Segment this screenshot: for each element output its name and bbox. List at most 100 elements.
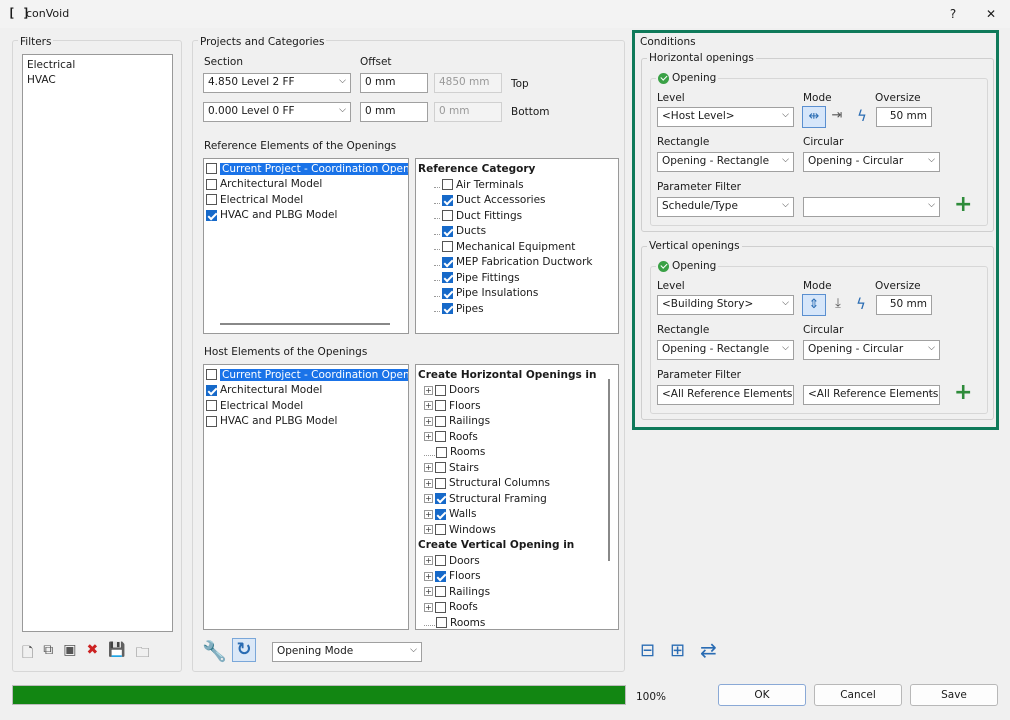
top-offset-input[interactable]: 0 mm (360, 73, 428, 93)
copy-filter-icon[interactable]: ⧉ (43, 642, 53, 666)
category-checkbox[interactable] (442, 225, 453, 237)
expand-icon[interactable]: + (424, 525, 433, 534)
h-rect-select[interactable]: Opening - Rectangle ⌵ (657, 152, 794, 172)
model-checkbox[interactable] (206, 400, 217, 411)
host-category-checkbox[interactable] (435, 431, 446, 442)
host-category-item[interactable]: + Windows (424, 522, 496, 537)
host-category-checkbox[interactable] (435, 415, 446, 427)
host-category-checkbox[interactable] (435, 601, 446, 613)
model-item[interactable]: Electrical Model (206, 398, 303, 413)
host-category-checkbox[interactable] (435, 493, 446, 504)
model-item[interactable]: Electrical Model (206, 192, 303, 207)
new-filter-icon[interactable]: 🗋 (22, 642, 33, 666)
model-item[interactable]: Architectural Model (206, 177, 322, 192)
category-checkbox[interactable] (442, 303, 453, 314)
category-item[interactable]: Duct Fittings (434, 208, 522, 223)
filter-item[interactable]: HVAC (27, 72, 56, 87)
model-item[interactable]: Current Project - Coordination Openings (206, 367, 408, 382)
save-filter-icon[interactable]: 💾 (108, 642, 125, 666)
expand-icon[interactable]: + (424, 509, 433, 519)
h-mode-edge-icon[interactable]: ⇥ (828, 106, 846, 128)
expand-icon[interactable]: + (424, 385, 433, 395)
ok-button[interactable]: OK (718, 684, 806, 706)
model-checkbox[interactable] (206, 209, 217, 221)
category-checkbox[interactable] (442, 287, 453, 299)
help-button[interactable]: ? (940, 4, 966, 24)
reference-category-list[interactable]: Reference Category Air Terminals Duct Acce… (415, 158, 619, 334)
host-category-item[interactable]: + Stairs (424, 460, 479, 475)
vertical-scrollbar[interactable] (608, 379, 610, 561)
host-category-checkbox[interactable] (435, 524, 446, 535)
host-category-item[interactable]: + Structural Columns (424, 476, 550, 491)
host-category-checkbox[interactable] (436, 617, 447, 628)
refresh-icon[interactable]: ↻ (232, 638, 256, 662)
align-horizontal-icon[interactable]: ⊟ (640, 640, 655, 661)
expand-icon[interactable]: + (424, 401, 433, 410)
category-item[interactable]: Ducts (434, 224, 486, 239)
expand-icon[interactable]: + (424, 602, 433, 612)
host-category-checkbox[interactable] (435, 508, 446, 520)
swap-icon[interactable]: ⇄ (700, 638, 717, 662)
v-filter-select-1[interactable]: <All Reference Elements> ⌵ (657, 385, 794, 405)
host-category-item[interactable]: + Floors (424, 569, 481, 584)
v-mode-fit-icon[interactable]: ⇕ (802, 294, 826, 316)
host-category-checkbox[interactable] (435, 586, 446, 597)
reference-models-list[interactable]: Current Project - Coordination Openings A… (203, 158, 409, 334)
category-item[interactable]: Mechanical Equipment (434, 239, 575, 254)
category-item[interactable]: Air Terminals (434, 177, 524, 192)
expand-icon[interactable]: + (424, 463, 433, 472)
host-category-item[interactable]: + Roofs (424, 600, 478, 615)
v-oversize-input[interactable]: 50 mm (876, 295, 932, 315)
host-category-checkbox[interactable] (435, 462, 446, 473)
host-category-checkbox[interactable] (435, 477, 446, 489)
host-category-list[interactable]: Create Horizontal Openings in + Doors + Floo… (415, 364, 619, 630)
host-category-checkbox[interactable] (435, 400, 446, 411)
host-category-item[interactable]: + Doors (424, 383, 480, 398)
wrench-icon[interactable]: 🔧 (202, 639, 227, 663)
host-category-item[interactable]: + Roofs (424, 429, 478, 444)
host-category-checkbox[interactable] (436, 446, 447, 458)
close-button[interactable]: ✕ (978, 4, 1004, 24)
expand-icon[interactable]: + (424, 478, 433, 488)
category-checkbox[interactable] (442, 272, 453, 283)
model-checkbox[interactable] (206, 369, 217, 380)
category-checkbox[interactable] (442, 210, 453, 221)
category-item[interactable]: Duct Accessories (434, 193, 546, 208)
model-checkbox[interactable] (206, 163, 217, 174)
v-filter-select-2[interactable]: <All Reference Elements> ⌵ (803, 385, 940, 405)
category-item[interactable]: Pipe Insulations (434, 286, 538, 301)
host-category-item[interactable]: + Railings (424, 414, 490, 429)
expand-icon[interactable]: + (424, 432, 433, 441)
filters-list[interactable]: Electrical HVAC (22, 54, 173, 632)
open-folder-icon[interactable]: 🗀 (136, 642, 150, 666)
host-category-checkbox[interactable] (435, 384, 446, 396)
expand-icon[interactable]: + (424, 494, 433, 503)
host-category-item[interactable]: Rooms (424, 445, 485, 460)
top-section-select[interactable]: 4.850 Level 2 FF ⌵ (203, 73, 351, 93)
h-circ-select[interactable]: Opening - Circular ⌵ (803, 152, 940, 172)
category-checkbox[interactable] (442, 179, 453, 190)
category-item[interactable]: Pipes (434, 301, 484, 316)
host-category-checkbox[interactable] (435, 555, 446, 566)
category-item[interactable]: MEP Fabrication Ductwork (434, 255, 592, 270)
cancel-button[interactable]: Cancel (814, 684, 902, 706)
delete-filter-icon[interactable]: ✖ (87, 642, 99, 666)
h-filter-select-2[interactable]: ⌵ (803, 197, 940, 217)
host-category-item[interactable]: + Railings (424, 584, 490, 599)
category-item[interactable]: Pipe Fittings (434, 270, 520, 285)
v-rect-select[interactable]: Opening - Rectangle ⌵ (657, 340, 794, 360)
host-category-checkbox[interactable] (435, 570, 446, 582)
v-mode-edge-icon[interactable]: ⤓ (828, 294, 848, 316)
model-checkbox[interactable] (206, 384, 217, 396)
bottom-offset-input[interactable]: 0 mm (360, 102, 428, 122)
v-circ-select[interactable]: Opening - Circular ⌵ (803, 340, 940, 360)
host-category-item[interactable]: Rooms (424, 615, 485, 629)
category-checkbox[interactable] (442, 194, 453, 206)
horizontal-scrollbar[interactable] (220, 323, 390, 325)
host-category-item[interactable]: + Floors (424, 398, 481, 413)
host-category-item[interactable]: + Structural Framing (424, 491, 547, 506)
h-oversize-input[interactable]: 50 mm (876, 107, 932, 127)
v-add-filter-icon[interactable]: + (954, 382, 972, 404)
h-add-filter-icon[interactable]: + (954, 194, 972, 216)
host-category-item[interactable]: + Doors (424, 553, 480, 568)
